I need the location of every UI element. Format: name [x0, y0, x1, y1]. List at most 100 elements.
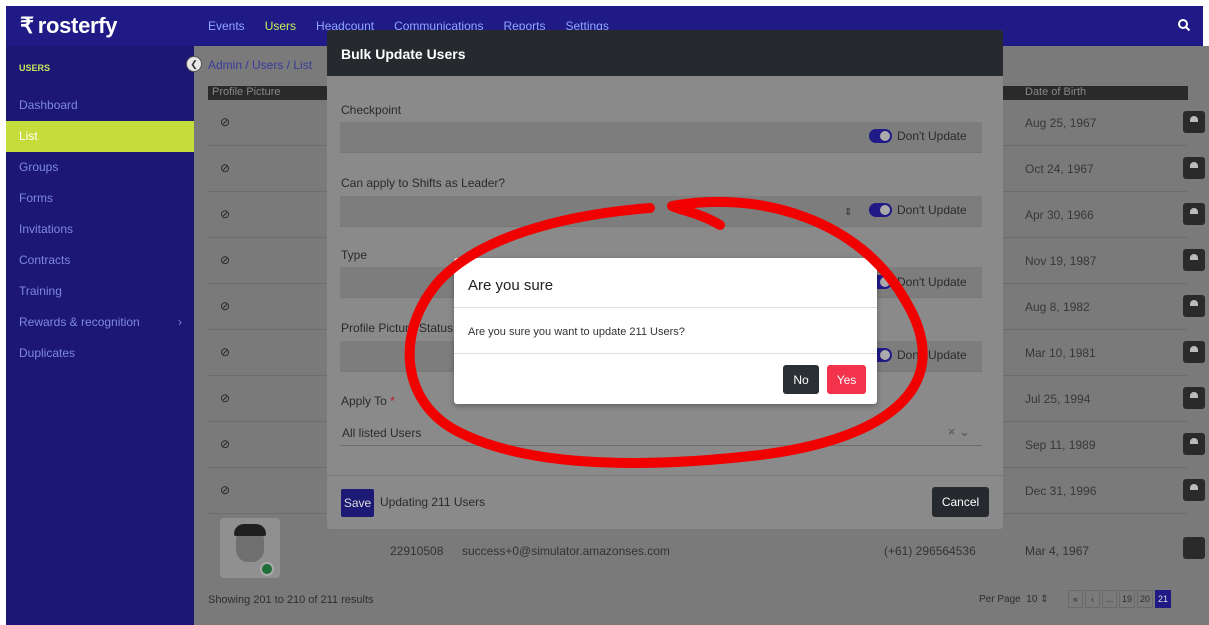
apply-to-value: All listed Users [342, 426, 422, 440]
eye-slash-icon: ⊘ [220, 115, 231, 129]
sidebar-item-groups[interactable]: Groups [6, 152, 194, 183]
yes-button[interactable]: Yes [827, 365, 866, 394]
page-20-button[interactable]: 20 [1137, 590, 1154, 608]
avatar-hair [234, 524, 266, 536]
apply-to-select[interactable]: All listed Users × ⌄ [340, 418, 982, 446]
type-dont-update-toggle[interactable]: Don't Update [869, 275, 967, 289]
nav-events[interactable]: Events [208, 19, 245, 33]
sidebar-header: USERS [19, 63, 51, 73]
toggle-label: Don't Update [897, 348, 967, 362]
user-profile-button[interactable] [1183, 111, 1205, 133]
col-date-of-birth[interactable]: Date of Birth [1025, 86, 1086, 98]
results-summary: Showing 201 to 210 of 211 results [208, 594, 374, 606]
dob-cell: Mar 10, 1981 [1025, 346, 1096, 360]
updating-count-text: Updating 211 Users [380, 495, 486, 509]
nav-users[interactable]: Users [265, 19, 296, 33]
user-profile-button[interactable] [1183, 433, 1205, 455]
col-profile-picture[interactable]: Profile Picture [212, 86, 280, 98]
divider [454, 353, 877, 354]
sidebar: USERS Dashboard List Groups Forms Invita… [6, 46, 194, 625]
per-page-value: 10 [1026, 594, 1038, 605]
user-profile-button[interactable] [1183, 537, 1205, 559]
page-first-button[interactable]: « [1068, 590, 1083, 608]
page-21-button[interactable]: 21 [1155, 590, 1172, 608]
eye-slash-icon: ⊘ [220, 391, 231, 405]
email-cell: success+0@simulator.amazonses.com [462, 544, 670, 558]
profile-picture-dont-update-toggle[interactable]: Don't Update [869, 348, 967, 362]
sidebar-item-list[interactable]: List [6, 121, 194, 152]
dob-cell: Nov 19, 1987 [1025, 254, 1097, 268]
cancel-button[interactable]: Cancel [932, 487, 989, 517]
sidebar-item-label: Rewards & recognition [19, 315, 140, 329]
logo-text: rosterfy [37, 13, 118, 38]
user-profile-button[interactable] [1183, 479, 1205, 501]
modal-title: Bulk Update Users [327, 30, 1003, 76]
eye-slash-icon: ⊘ [220, 207, 231, 221]
checkpoint-dont-update-toggle[interactable]: Don't Update [869, 129, 967, 143]
user-profile-button[interactable] [1183, 203, 1205, 225]
avatar [220, 518, 280, 578]
user-profile-button[interactable] [1183, 157, 1205, 179]
page-ellipsis: ... [1102, 590, 1117, 608]
sidebar-item-dashboard[interactable]: Dashboard [6, 90, 194, 121]
checkpoint-label: Checkpoint [341, 103, 402, 117]
sidebar-item-duplicates[interactable]: Duplicates [6, 338, 194, 369]
apply-to-label-text: Apply To [341, 394, 387, 408]
sidebar-item-training[interactable]: Training [6, 276, 194, 307]
user-id-cell: 22910508 [390, 544, 444, 558]
search-icon[interactable] [1177, 18, 1191, 32]
dob-cell: Mar 4, 1967 [1025, 544, 1090, 558]
phone-cell: (+61) 296564536 [884, 544, 976, 558]
divider [454, 307, 877, 308]
no-button[interactable]: No [783, 365, 819, 394]
eye-slash-icon: ⊘ [220, 483, 231, 497]
chevron-right-icon: › [178, 315, 182, 329]
save-button[interactable]: Save [341, 489, 374, 517]
dob-cell: Dec 31, 1996 [1025, 484, 1097, 498]
eye-slash-icon: ⊘ [220, 437, 231, 451]
dob-cell: Apr 30, 1966 [1025, 208, 1094, 222]
clear-chevron-down-icon[interactable]: × ⌄ [948, 424, 970, 440]
page-prev-button[interactable]: ‹ [1085, 590, 1100, 608]
user-profile-button[interactable] [1183, 387, 1205, 409]
eye-slash-icon: ⊘ [220, 299, 231, 313]
confirm-message: Are you sure you want to update 211 User… [468, 326, 685, 338]
confirm-title: Are you sure [468, 277, 554, 294]
toggle-label: Don't Update [897, 203, 967, 217]
sidebar-item-forms[interactable]: Forms [6, 183, 194, 214]
sidebar-item-contracts[interactable]: Contracts [6, 245, 194, 276]
shift-leader-label: Can apply to Shifts as Leader? [341, 176, 506, 190]
sidebar-item-invitations[interactable]: Invitations [6, 214, 194, 245]
toggle-switch[interactable] [869, 203, 892, 217]
dob-cell: Oct 24, 1967 [1025, 162, 1094, 176]
profile-picture-status-label: Profile Picture Status [341, 321, 454, 335]
per-page-select[interactable]: Per Page 10 ⇕ [979, 594, 1049, 605]
rosterfy-logo-icon: ₹ [20, 13, 34, 38]
confirm-dialog: Are you sure Are you sure you want to up… [454, 258, 877, 404]
page-19-button[interactable]: 19 [1119, 590, 1136, 608]
user-profile-button[interactable] [1183, 341, 1205, 363]
toggle-label: Don't Update [897, 275, 967, 289]
breadcrumb[interactable]: Admin / Users / List [208, 58, 312, 72]
apply-to-label: Apply To * [341, 394, 395, 408]
shift-leader-dont-update-toggle[interactable]: Don't Update [869, 203, 967, 217]
eye-slash-icon: ⊘ [220, 253, 231, 267]
user-profile-button[interactable] [1183, 295, 1205, 317]
type-label: Type [341, 248, 368, 262]
required-mark: * [390, 394, 395, 408]
toggle-label: Don't Update [897, 129, 967, 143]
dob-cell: Aug 25, 1967 [1025, 116, 1097, 130]
select-arrows-icon: ⇕ [844, 207, 853, 218]
toggle-switch[interactable] [869, 129, 892, 143]
per-page-label: Per Page [979, 594, 1021, 605]
sidebar-collapse-button[interactable]: ❮ [186, 56, 202, 72]
dob-cell: Jul 25, 1994 [1025, 392, 1091, 406]
user-profile-button[interactable] [1183, 249, 1205, 271]
table-footer: Showing 201 to 210 of 211 results Per Pa… [208, 590, 1209, 608]
rosterfy-logo[interactable]: ₹ rosterfy [6, 6, 194, 46]
pagination: « ‹ ... 19 20 21 [1068, 590, 1172, 608]
eye-slash-icon: ⊘ [220, 161, 231, 175]
dob-cell: Aug 8, 1982 [1025, 300, 1090, 314]
modal-footer: Save Updating 211 Users Cancel [327, 475, 1003, 529]
sidebar-item-rewards[interactable]: Rewards & recognition › [6, 307, 194, 338]
